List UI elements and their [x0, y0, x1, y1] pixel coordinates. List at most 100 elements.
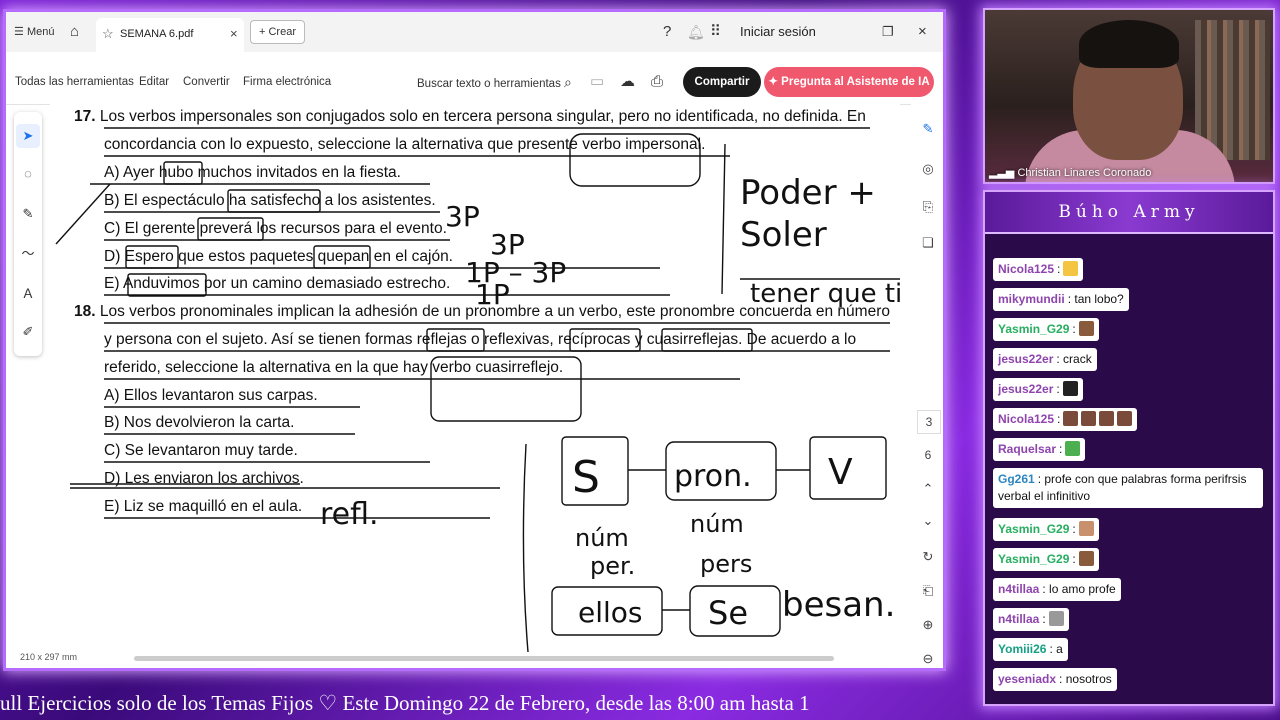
chat-username[interactable]: Yasmin_G29 [998, 322, 1069, 336]
chat-text: : [1072, 552, 1076, 566]
new-button-label: Crear [268, 26, 296, 38]
draw-icon[interactable]: 〜 [16, 242, 40, 266]
note-poder: Poder + [740, 173, 876, 213]
chat-text: : [1056, 382, 1060, 396]
handwriting-layer: Poder + Soler tener que ting 3P 3P 1P – … [55, 127, 900, 653]
save-icon[interactable]: ▭ [590, 52, 604, 104]
chat-message: jesus22er: [993, 378, 1083, 401]
signal-icon: ▂▃▅ [989, 167, 1015, 179]
chat-username[interactable]: Yasmin_G29 [998, 552, 1069, 566]
emote-icon [1063, 411, 1079, 426]
chat-username[interactable]: yeseniadx [998, 672, 1056, 686]
menu-label: Menú [26, 26, 55, 38]
text-box-icon[interactable]: Ａ [16, 282, 40, 306]
chat-username[interactable]: Nicola125 [998, 412, 1054, 426]
chat-text: : crack [1056, 352, 1092, 366]
pdf-toolbar: Todas las herramientas Editar Convertir … [6, 52, 943, 105]
emote-icon [1099, 411, 1115, 426]
comment-icon[interactable]: ◌ [16, 162, 40, 186]
chat-message: Yasmin_G29: [993, 518, 1099, 541]
chat-message: n4tillaa: [993, 608, 1069, 631]
help-icon[interactable]: ? [663, 12, 671, 52]
chat-text: : [1059, 442, 1063, 456]
diagram-v: V [828, 452, 853, 493]
close-tab-icon[interactable]: × [230, 26, 238, 41]
chat-message: Yomiii26: a [993, 638, 1068, 661]
tab-title: SEMANA 6.pdf [120, 28, 194, 40]
chat-text: : [1057, 262, 1061, 276]
chat-username[interactable]: jesus22er [998, 382, 1053, 396]
page-thumb-icon[interactable]: ⎗ [917, 580, 939, 602]
page-size: 210 x 297 mm [20, 652, 78, 662]
chat-username[interactable]: Yomiii26 [998, 642, 1046, 656]
bookmark-icon[interactable]: ⎘ [917, 196, 939, 218]
refresh-icon[interactable]: ↻ [917, 546, 939, 568]
chat-message: n4tillaa: lo amo profe [993, 578, 1121, 601]
ai-assistant-button[interactable]: ✦ Pregunta al Asistente de IA [764, 67, 934, 97]
pdf-viewer-window: ☰ Menú ⌂ ☆ SEMANA 6.pdf × + Crear ? 🔔︎ ⠿… [6, 12, 943, 668]
star-icon[interactable]: ☆ [102, 26, 114, 42]
comment-panel-icon[interactable]: ◎ [917, 158, 939, 180]
pages-icon[interactable]: ❏ [917, 232, 939, 254]
chat-username[interactable]: n4tillaa [998, 582, 1039, 596]
chat-username[interactable]: n4tillaa [998, 612, 1039, 626]
page-down-icon[interactable]: ⌄ [917, 510, 939, 532]
search-tools[interactable]: Buscar texto o herramientas ⌕ [417, 52, 572, 104]
restore-window-icon[interactable]: ❐ [882, 12, 894, 52]
webcam-feed: ▂▃▅ Christian Linares Coronado [983, 8, 1275, 184]
ai-assistant-label: Pregunta al Asistente de IA [781, 76, 930, 88]
current-page[interactable]: 3 [917, 410, 941, 434]
emote-icon [1078, 551, 1094, 566]
chat-username[interactable]: mikymundii [998, 292, 1065, 306]
total-pages: 6 [924, 448, 932, 462]
emote-icon [1117, 411, 1133, 426]
presenter-name: ▂▃▅ Christian Linares Coronado [989, 166, 1151, 179]
edit-pdf-icon[interactable]: ✎ [917, 118, 939, 140]
emote-icon [1078, 321, 1094, 336]
print-icon[interactable]: ⎙ [651, 52, 663, 104]
chat-panel: Búho Army Nicola125: mikymundii: tan lobo… [983, 190, 1275, 706]
chat-text: : [1042, 612, 1046, 626]
pen-icon[interactable]: ✎ [16, 202, 40, 226]
zoom-in-icon[interactable]: ⊕ [917, 614, 939, 636]
search-tools-label: Buscar texto o herramientas [417, 78, 561, 90]
convert-menu[interactable]: Convertir [183, 52, 230, 104]
chat-text: : [1072, 322, 1076, 336]
select-cursor-icon[interactable]: ➤ [16, 124, 40, 148]
close-window-icon[interactable]: × [918, 12, 927, 52]
emote-icon [1065, 441, 1081, 456]
diagram-pron: pron. [674, 459, 752, 494]
horizontal-scrollbar[interactable] [134, 656, 834, 661]
page-up-icon[interactable]: ⌃ [917, 478, 939, 500]
upload-cloud-icon[interactable]: ☁ [620, 52, 635, 104]
ai-icon: ✦ [768, 76, 778, 88]
bell-icon[interactable]: 🔔︎ [687, 12, 705, 52]
share-button[interactable]: Compartir [683, 67, 761, 97]
apps-grid-icon[interactable]: ⠿ [710, 12, 721, 52]
chat-username[interactable]: jesus22er [998, 352, 1053, 366]
esign-menu[interactable]: Firma electrónica [243, 52, 331, 104]
menu-button[interactable]: ☰ Menú [14, 12, 54, 52]
note-refl: refl. [320, 497, 379, 532]
stamp-icon[interactable]: ✐ [16, 320, 40, 344]
chat-username[interactable]: Raquelsar [998, 442, 1056, 456]
chat-text: : lo amo profe [1042, 582, 1116, 596]
annotation-toolbar: ➤ ◌ ✎ 〜 Ａ ✐ [14, 112, 42, 356]
chat-username[interactable]: Nicola125 [998, 262, 1054, 276]
new-button[interactable]: + Crear [250, 20, 305, 44]
all-tools-menu[interactable]: Todas las herramientas [15, 52, 134, 104]
note-tener: tener que ting [750, 279, 900, 309]
note-soler: Soler [740, 215, 827, 255]
edit-menu[interactable]: Editar [139, 52, 169, 104]
document-tab[interactable]: ☆ SEMANA 6.pdf × [96, 18, 244, 52]
diagram-se: Se [708, 594, 748, 632]
chat-username[interactable]: Yasmin_G29 [998, 522, 1069, 536]
emote-icon [1081, 411, 1097, 426]
news-ticker: ull Ejercicios solo de los Temas Fijos ♡… [0, 691, 810, 715]
hamburger-icon: ☰ [14, 26, 24, 38]
chat-message: Raquelsar: [993, 438, 1086, 461]
signin-link[interactable]: Iniciar sesión [740, 12, 816, 52]
diagram-num1: núm [575, 524, 629, 552]
home-icon[interactable]: ⌂ [70, 12, 79, 52]
chat-username[interactable]: Gg261 [998, 472, 1035, 486]
